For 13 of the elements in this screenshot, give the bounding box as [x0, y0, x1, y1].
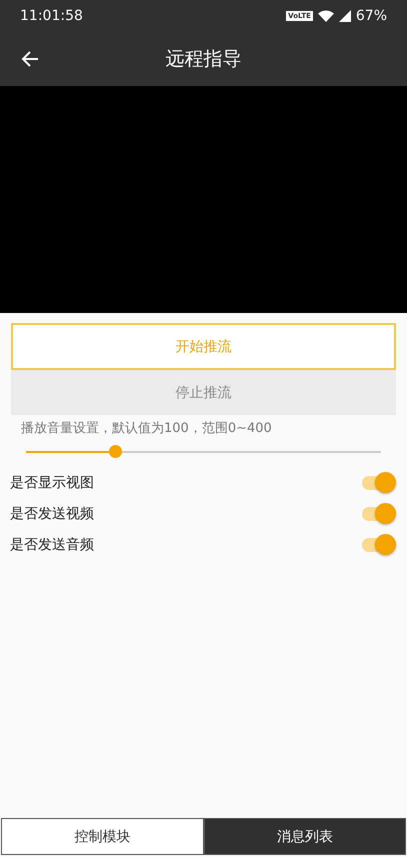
- screen-title: 远程指导: [166, 47, 242, 72]
- switch-label: 是否发送音频: [10, 536, 94, 554]
- switch-label: 是否显示视图: [10, 474, 94, 492]
- wifi-icon: [318, 10, 334, 22]
- tab[interactable]: 消息列表: [204, 818, 406, 855]
- switch-label: 是否发送视频: [10, 504, 94, 522]
- back-arrow-icon[interactable]: [21, 50, 39, 68]
- slider-thumb[interactable]: [108, 445, 122, 458]
- volume-caption: 播放音量设置，默认值为100，范围0~400: [20, 420, 273, 437]
- signal-icon: [338, 10, 351, 22]
- tab[interactable]: 控制模块: [1, 818, 204, 855]
- battery-level: 67%: [356, 8, 387, 24]
- status-time: 11:01:58: [20, 8, 83, 24]
